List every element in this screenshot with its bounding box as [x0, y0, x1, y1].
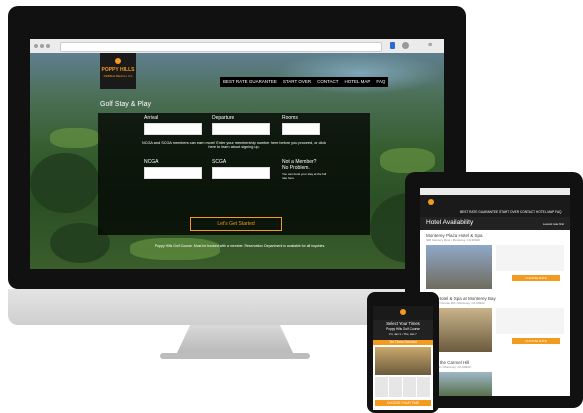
browser-toolbar: ≡ — [30, 39, 444, 54]
menu-icon[interactable]: ≡ — [428, 42, 432, 49]
tablet-nav[interactable]: BEST RATE GUARANTEE START OVER CONTACT H… — [460, 210, 561, 214]
get-started-button[interactable]: Let's Get Started — [190, 217, 282, 231]
hotel-description — [496, 308, 564, 334]
hotel-description — [496, 245, 564, 271]
availability-bar: Hotel Availability Lowest rate first — [420, 217, 570, 230]
tablet-header: BEST RATE GUARANTEE START OVER CONTACT H… — [420, 195, 570, 217]
desktop-screen: ≡ POPPY HILLS PEBBLE BEACH, CA BEST RATE… — [30, 39, 444, 269]
address-bar[interactable] — [60, 42, 382, 52]
phone-date: Fri, Jan 1 • Thu, Jan 7 — [389, 332, 417, 336]
phone-title-block: Select Your Times Poppy Hills Golf Cours… — [373, 320, 433, 340]
departure-input[interactable] — [212, 123, 270, 135]
ncga-input[interactable] — [144, 167, 202, 179]
sort-select[interactable]: Lowest rate first — [543, 222, 564, 226]
rooms-select[interactable] — [282, 123, 320, 135]
scga-input[interactable] — [212, 167, 270, 179]
shield-icon[interactable] — [390, 42, 395, 49]
hotel-address: 1 Old Golf Course Rd • Monterey, CA 9394… — [426, 301, 485, 305]
main-nav: BEST RATE GUARANTEE START OVER CONTACT H… — [220, 77, 389, 87]
hotel-card: Monterey Plaza Hotel & Spa 400 Cannery R… — [426, 233, 566, 289]
nav-best-rate[interactable]: BEST RATE GUARANTEE — [220, 77, 280, 87]
nav-faq[interactable]: FAQ — [373, 77, 388, 87]
phone-banner: Tee Times Selected — [373, 340, 433, 345]
hotel-card: Hyatt Hotel & Spa at Monterey Bay 1 Old … — [426, 296, 566, 352]
member-small-text[interactable]: You can book your stay at the full rate … — [282, 172, 328, 180]
rooms-label: Rooms — [282, 115, 298, 121]
nav-hotel-map[interactable]: HOTEL MAP — [342, 77, 374, 87]
hotel-card: Inn on the Carmel Hill Carmel Hill • Mon… — [426, 360, 566, 396]
hotel-address: Carmel Hill • Monterey, CA 93940 — [426, 365, 471, 369]
nav-contact[interactable]: CONTACT — [314, 77, 341, 87]
imac-base — [160, 353, 310, 359]
poppy-flower-icon — [428, 199, 434, 205]
choose-rate-button[interactable]: CHOOSE RATE — [512, 338, 560, 344]
tablet-screen: BEST RATE GUARANTEE START OVER CONTACT H… — [420, 188, 570, 396]
choose-rate-button[interactable]: CHOOSE RATE — [512, 275, 560, 281]
form-title: Golf Stay & Play — [100, 101, 151, 108]
course-photo — [375, 347, 431, 375]
phone-title: Select Your Times — [386, 321, 420, 326]
arrival-input[interactable] — [144, 123, 202, 135]
arrival-label: Arrival — [144, 115, 159, 121]
logo-sub: PEBBLE BEACH, CA — [103, 74, 133, 78]
footer-note: Poppy Hills Golf Course. Must be booked … — [154, 244, 326, 248]
account-icon[interactable] — [402, 42, 409, 49]
choose-time-button[interactable]: CHOOSE YOUR TIME — [375, 400, 431, 406]
phone-screen: Select Your Times Poppy Hills Golf Cours… — [373, 306, 433, 410]
phone-header — [373, 306, 433, 320]
minimize-dot-icon[interactable] — [40, 44, 44, 48]
nav-start-over[interactable]: START OVER — [280, 77, 314, 87]
hotel-address: 400 Cannery Row • Monterey, CA 93940 — [426, 238, 480, 242]
scga-label: SCGA — [212, 159, 227, 165]
no-problem-text: No Problem. — [282, 165, 310, 171]
phone-course: Poppy Hills Golf Course — [386, 327, 420, 331]
imac-stand — [176, 325, 294, 355]
tee-time-grid[interactable] — [375, 377, 431, 397]
maximize-dot-icon[interactable] — [46, 44, 50, 48]
poppy-flower-icon — [400, 309, 406, 315]
tablet-browser-bar — [420, 188, 570, 195]
membership-note: NCGA and SCGA members can earn more! Ent… — [141, 141, 327, 149]
close-dot-icon[interactable] — [34, 44, 38, 48]
departure-label: Departure — [212, 115, 235, 121]
ncga-label: NCGA — [144, 159, 159, 165]
logo-name: POPPY HILLS — [101, 67, 135, 73]
availability-title: Hotel Availability — [426, 219, 474, 226]
hotel-photo — [426, 245, 492, 289]
poppy-flower-icon — [115, 58, 121, 64]
